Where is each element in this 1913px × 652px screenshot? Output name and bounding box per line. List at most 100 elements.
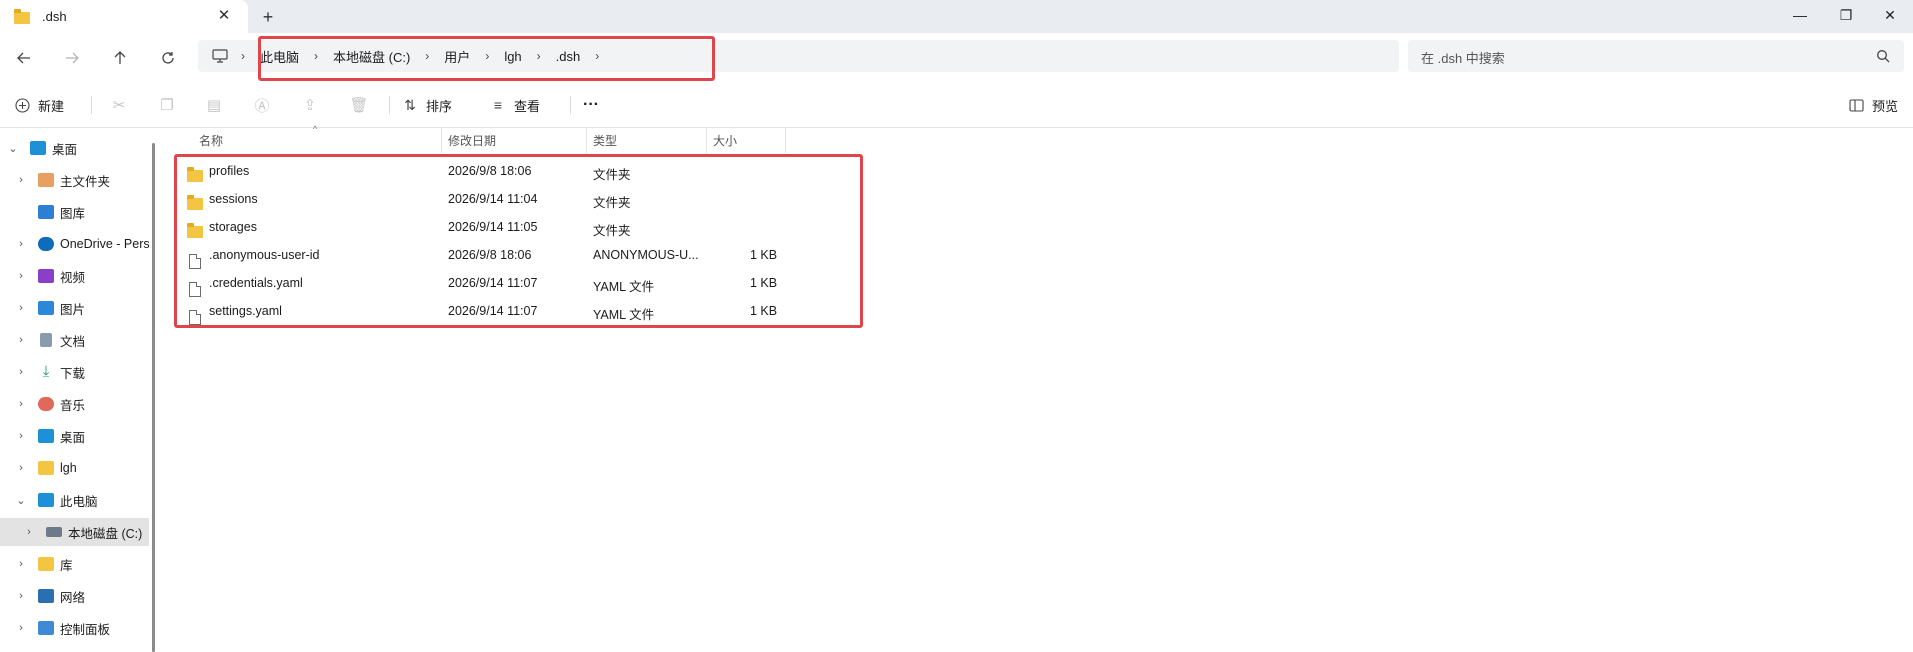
column-header-name[interactable]: 名称 bbox=[199, 128, 223, 153]
sort-label: 排序 bbox=[426, 98, 453, 114]
forward-button[interactable] bbox=[59, 45, 85, 71]
documents-icon bbox=[40, 333, 52, 347]
desktop-icon bbox=[38, 429, 54, 443]
library-icon bbox=[38, 557, 54, 571]
drive-icon bbox=[46, 527, 62, 537]
chevron-right-icon[interactable]: › bbox=[14, 334, 28, 346]
sidebar-item-downloads[interactable]: › ⤓ 下载 bbox=[0, 358, 150, 386]
chevron-right-icon[interactable]: › bbox=[14, 238, 28, 250]
column-header-modified[interactable]: 修改日期 bbox=[448, 128, 496, 153]
chevron-right-icon[interactable]: › bbox=[14, 558, 28, 570]
chevron-down-icon[interactable]: ⌄ bbox=[14, 494, 28, 507]
sidebar-item-desktop-2[interactable]: › 桌面 bbox=[0, 422, 150, 450]
column-divider[interactable] bbox=[706, 128, 707, 153]
chevron-right-icon[interactable]: › bbox=[14, 174, 28, 186]
sidebar-item-library[interactable]: › 库 bbox=[0, 550, 150, 578]
paste-icon[interactable]: ▤ bbox=[204, 95, 224, 115]
sidebar-item-this-pc[interactable]: ⌄ 此电脑 bbox=[0, 486, 150, 514]
sidebar-item-gallery[interactable]: 图库 bbox=[0, 198, 150, 226]
chevron-right-icon[interactable]: › bbox=[14, 366, 28, 378]
back-button[interactable] bbox=[11, 45, 37, 71]
onedrive-icon bbox=[38, 237, 54, 251]
plus-circle-icon bbox=[14, 97, 30, 113]
folder-icon bbox=[14, 8, 32, 24]
arrow-up-icon bbox=[114, 51, 126, 64]
preview-label: 预览 bbox=[1872, 98, 1899, 114]
downloads-icon: ⤓ bbox=[42, 363, 50, 380]
divider bbox=[91, 96, 92, 114]
cut-icon[interactable]: ✂ bbox=[109, 95, 129, 115]
chevron-right-icon[interactable]: › bbox=[14, 430, 28, 442]
share-icon[interactable]: ⇪ bbox=[300, 95, 320, 115]
column-divider[interactable] bbox=[441, 128, 442, 153]
divider bbox=[389, 96, 390, 114]
tab-dsh[interactable]: .dsh ✕ bbox=[0, 0, 248, 33]
refresh-icon bbox=[162, 52, 174, 64]
sidebar-item-desktop[interactable]: ⌄ 桌面 bbox=[0, 134, 150, 162]
chevron-down-icon[interactable]: ⌄ bbox=[6, 142, 20, 155]
sort-button[interactable]: ⇅ 排序 bbox=[402, 93, 452, 117]
this-pc-icon bbox=[38, 493, 54, 507]
title-bar: .dsh ✕ + — ❐ ✕ bbox=[0, 0, 1913, 33]
arrow-right-icon bbox=[66, 52, 79, 64]
restore-button[interactable]: ❐ bbox=[1823, 0, 1869, 30]
music-icon bbox=[38, 397, 54, 411]
divider bbox=[570, 96, 571, 114]
more-options-button[interactable]: ··· bbox=[583, 93, 599, 117]
close-window-button[interactable]: ✕ bbox=[1867, 0, 1913, 30]
address-highlight-box bbox=[258, 36, 715, 81]
tab-title: .dsh bbox=[42, 9, 67, 24]
sidebar-item-pictures[interactable]: › 图片 bbox=[0, 294, 150, 322]
chevron-right-icon[interactable]: › bbox=[14, 270, 28, 282]
chevron-right-icon[interactable]: › bbox=[14, 622, 28, 634]
preview-button[interactable]: 预览 bbox=[1848, 93, 1898, 117]
up-button[interactable] bbox=[107, 45, 133, 71]
view-lines-icon: ≡ bbox=[493, 97, 503, 113]
view-label: 查看 bbox=[514, 98, 541, 114]
rename-icon[interactable]: Ⓐ bbox=[252, 95, 272, 115]
refresh-button[interactable] bbox=[155, 45, 181, 71]
copy-icon[interactable]: ❐ bbox=[157, 95, 177, 115]
videos-icon bbox=[38, 269, 54, 283]
desktop-icon bbox=[30, 141, 46, 155]
delete-icon[interactable]: 🗑 bbox=[349, 95, 369, 115]
sort-ascending-icon: ^ bbox=[313, 124, 318, 134]
search-placeholder: 在 .dsh 中搜索 bbox=[1421, 51, 1505, 66]
chevron-right-icon[interactable]: › bbox=[14, 590, 28, 602]
sort-icon: ⇅ bbox=[404, 96, 416, 113]
column-divider[interactable] bbox=[586, 128, 587, 153]
folder-icon bbox=[38, 461, 54, 475]
close-tab-icon[interactable]: ✕ bbox=[216, 8, 232, 24]
chevron-right-icon[interactable]: › bbox=[14, 302, 28, 314]
sidebar-item-music[interactable]: › 音乐 bbox=[0, 390, 150, 418]
sidebar-item-control-panel[interactable]: › 控制面板 bbox=[0, 614, 150, 642]
new-button[interactable]: 新建 bbox=[14, 93, 64, 117]
navigation-pane: ⌄ 桌面 › 主文件夹 图库 › OneDrive - Pers › 视频 › … bbox=[0, 128, 152, 652]
arrow-left-icon bbox=[17, 52, 30, 64]
sidebar-item-onedrive[interactable]: › OneDrive - Pers bbox=[0, 230, 150, 258]
pictures-icon bbox=[38, 301, 54, 315]
sidebar-item-documents[interactable]: › 文档 bbox=[0, 326, 150, 354]
gallery-icon bbox=[38, 205, 54, 219]
column-divider[interactable] bbox=[785, 128, 786, 153]
search-icon bbox=[1877, 50, 1890, 63]
view-button[interactable]: ≡ 查看 bbox=[490, 93, 540, 117]
sidebar-item-home[interactable]: › 主文件夹 bbox=[0, 166, 150, 194]
new-tab-button[interactable]: + bbox=[257, 6, 279, 28]
search-input[interactable]: 在 .dsh 中搜索 bbox=[1408, 40, 1904, 72]
sidebar-item-videos[interactable]: › 视频 bbox=[0, 262, 150, 290]
column-header-type[interactable]: 类型 bbox=[593, 128, 617, 153]
sidebar-scrollbar[interactable] bbox=[152, 143, 155, 652]
sidebar-item-lgh[interactable]: › lgh bbox=[0, 454, 150, 482]
sidebar-item-local-disk[interactable]: › 本地磁盘 (C:) bbox=[0, 518, 149, 546]
sidebar-item-network[interactable]: › 网络 bbox=[0, 582, 150, 610]
column-header-size[interactable]: 大小 bbox=[713, 128, 737, 153]
preview-pane-icon bbox=[1848, 97, 1864, 113]
network-icon bbox=[38, 589, 54, 603]
file-list-highlight-box bbox=[174, 154, 863, 328]
chevron-right-icon[interactable]: › bbox=[22, 526, 36, 538]
chevron-right-icon[interactable]: › bbox=[14, 398, 28, 410]
control-panel-icon bbox=[38, 621, 54, 635]
minimize-button[interactable]: — bbox=[1777, 0, 1823, 30]
chevron-right-icon[interactable]: › bbox=[14, 462, 28, 474]
